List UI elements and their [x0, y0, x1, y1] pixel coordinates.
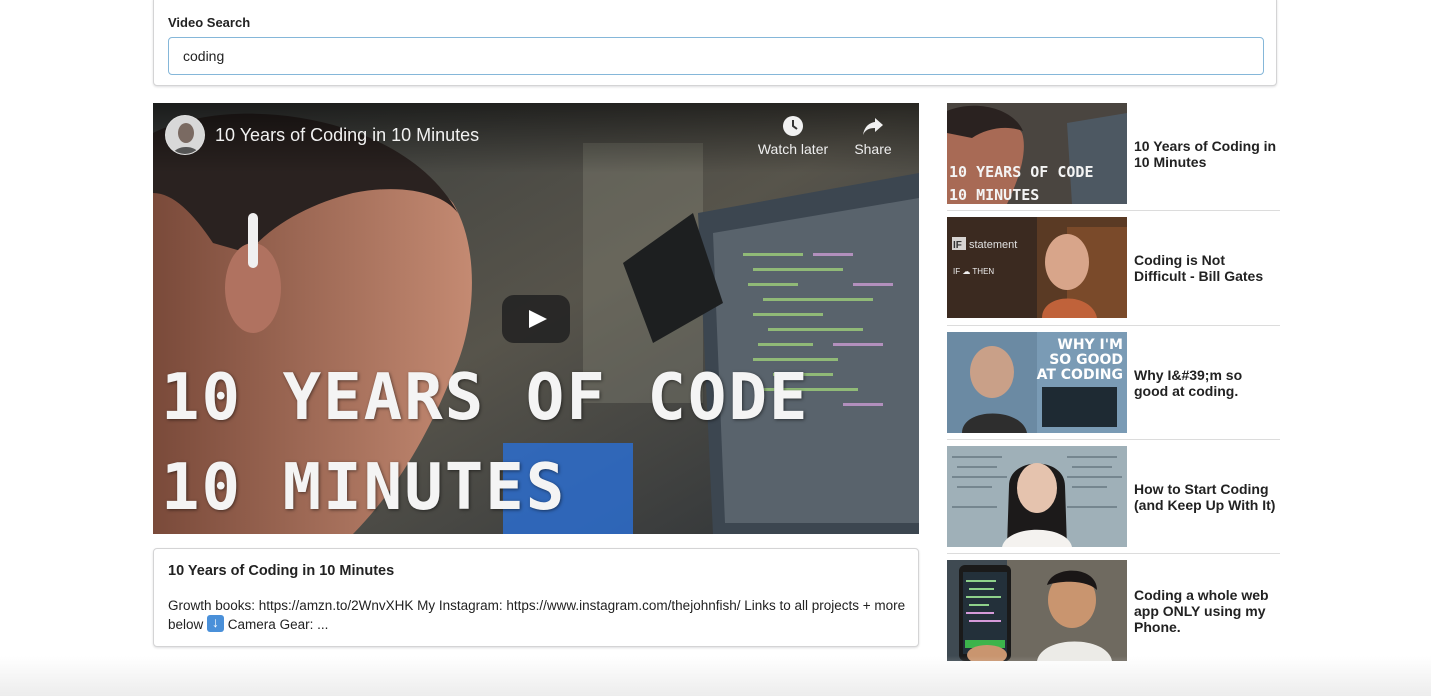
thumb-text: SO GOOD [1049, 352, 1123, 368]
thumb-text: WHY I'M [1057, 337, 1123, 353]
share-label: Share [854, 141, 892, 157]
watch-later-label: Watch later [757, 141, 829, 157]
video-detail-card: 10 Years of Coding in 10 Minutes Growth … [153, 548, 919, 647]
video-list-title: Coding is Not Difficult - Bill Gates [1134, 252, 1264, 284]
video-list-item[interactable]: WHY I'M SO GOOD AT CODING Why I&#39;m so… [947, 332, 1280, 433]
thumb-text: 10 MINUTES [949, 186, 1039, 204]
video-player[interactable]: 10 YEARS OF CODE 10 MINUTES 10 Years of … [153, 103, 919, 534]
description-text-continued: Camera Gear: ... [224, 617, 329, 632]
down-arrow-icon [207, 613, 225, 632]
overlay-title-line1: 10 YEARS OF CODE [161, 361, 810, 435]
video-list-item[interactable]: Coding a whole web app ONLY using my Pho… [947, 560, 1280, 661]
thumb-text: AT CODING [1037, 367, 1123, 383]
video-thumbnail: IF statement IF ☁ THEN [947, 217, 1127, 318]
thumb-text: 10 YEARS OF CODE [949, 163, 1094, 181]
video-thumbnail: WHY I'M SO GOOD AT CODING [947, 332, 1127, 433]
video-list-divider [947, 553, 1280, 554]
video-list-title: Coding a whole web app ONLY using my Pho… [1134, 587, 1269, 635]
video-list-title: 10 Years of Coding in 10 Minutes [1134, 138, 1277, 170]
video-list-divider [947, 439, 1280, 440]
video-list-item[interactable]: IF statement IF ☁ THEN Coding is Not Dif… [947, 217, 1280, 318]
play-button[interactable] [502, 295, 570, 343]
video-list-item[interactable]: 10 YEARS OF CODE 10 MINUTES 10 Years of … [947, 103, 1280, 204]
video-list-title: How to Start Coding (and Keep Up With It… [1134, 481, 1276, 513]
video-thumbnail [947, 560, 1127, 661]
overlay-title-line2: 10 MINUTES [161, 451, 567, 525]
watch-later-button[interactable]: Watch later [750, 115, 836, 157]
thumb-text: IF ☁ THEN [953, 267, 994, 276]
clock-icon [783, 116, 803, 136]
video-list-title: Why I&#39;m so good at coding. [1134, 367, 1243, 399]
video-list-divider [947, 210, 1280, 211]
video-thumbnail: 10 YEARS OF CODE 10 MINUTES [947, 103, 1127, 204]
search-input[interactable] [168, 37, 1264, 75]
share-icon [863, 118, 883, 135]
svg-text:IF: IF [953, 240, 962, 251]
avatar-image [166, 116, 204, 154]
video-thumbnail [947, 446, 1127, 547]
search-segment: Video Search [153, 0, 1277, 86]
video-list-divider [947, 325, 1280, 326]
share-button[interactable]: Share [847, 115, 899, 157]
video-detail-title: 10 Years of Coding in 10 Minutes [168, 563, 395, 579]
video-description: Growth books: https://amzn.to/2WnvXHK My… [168, 596, 908, 634]
thumb-text: statement [969, 239, 1017, 251]
page-bottom-shadow [0, 656, 1431, 696]
search-label: Video Search [168, 15, 251, 30]
player-title[interactable]: 10 Years of Coding in 10 Minutes [215, 125, 479, 146]
video-list-item[interactable]: How to Start Coding (and Keep Up With It… [947, 446, 1280, 547]
channel-avatar[interactable] [165, 115, 205, 155]
